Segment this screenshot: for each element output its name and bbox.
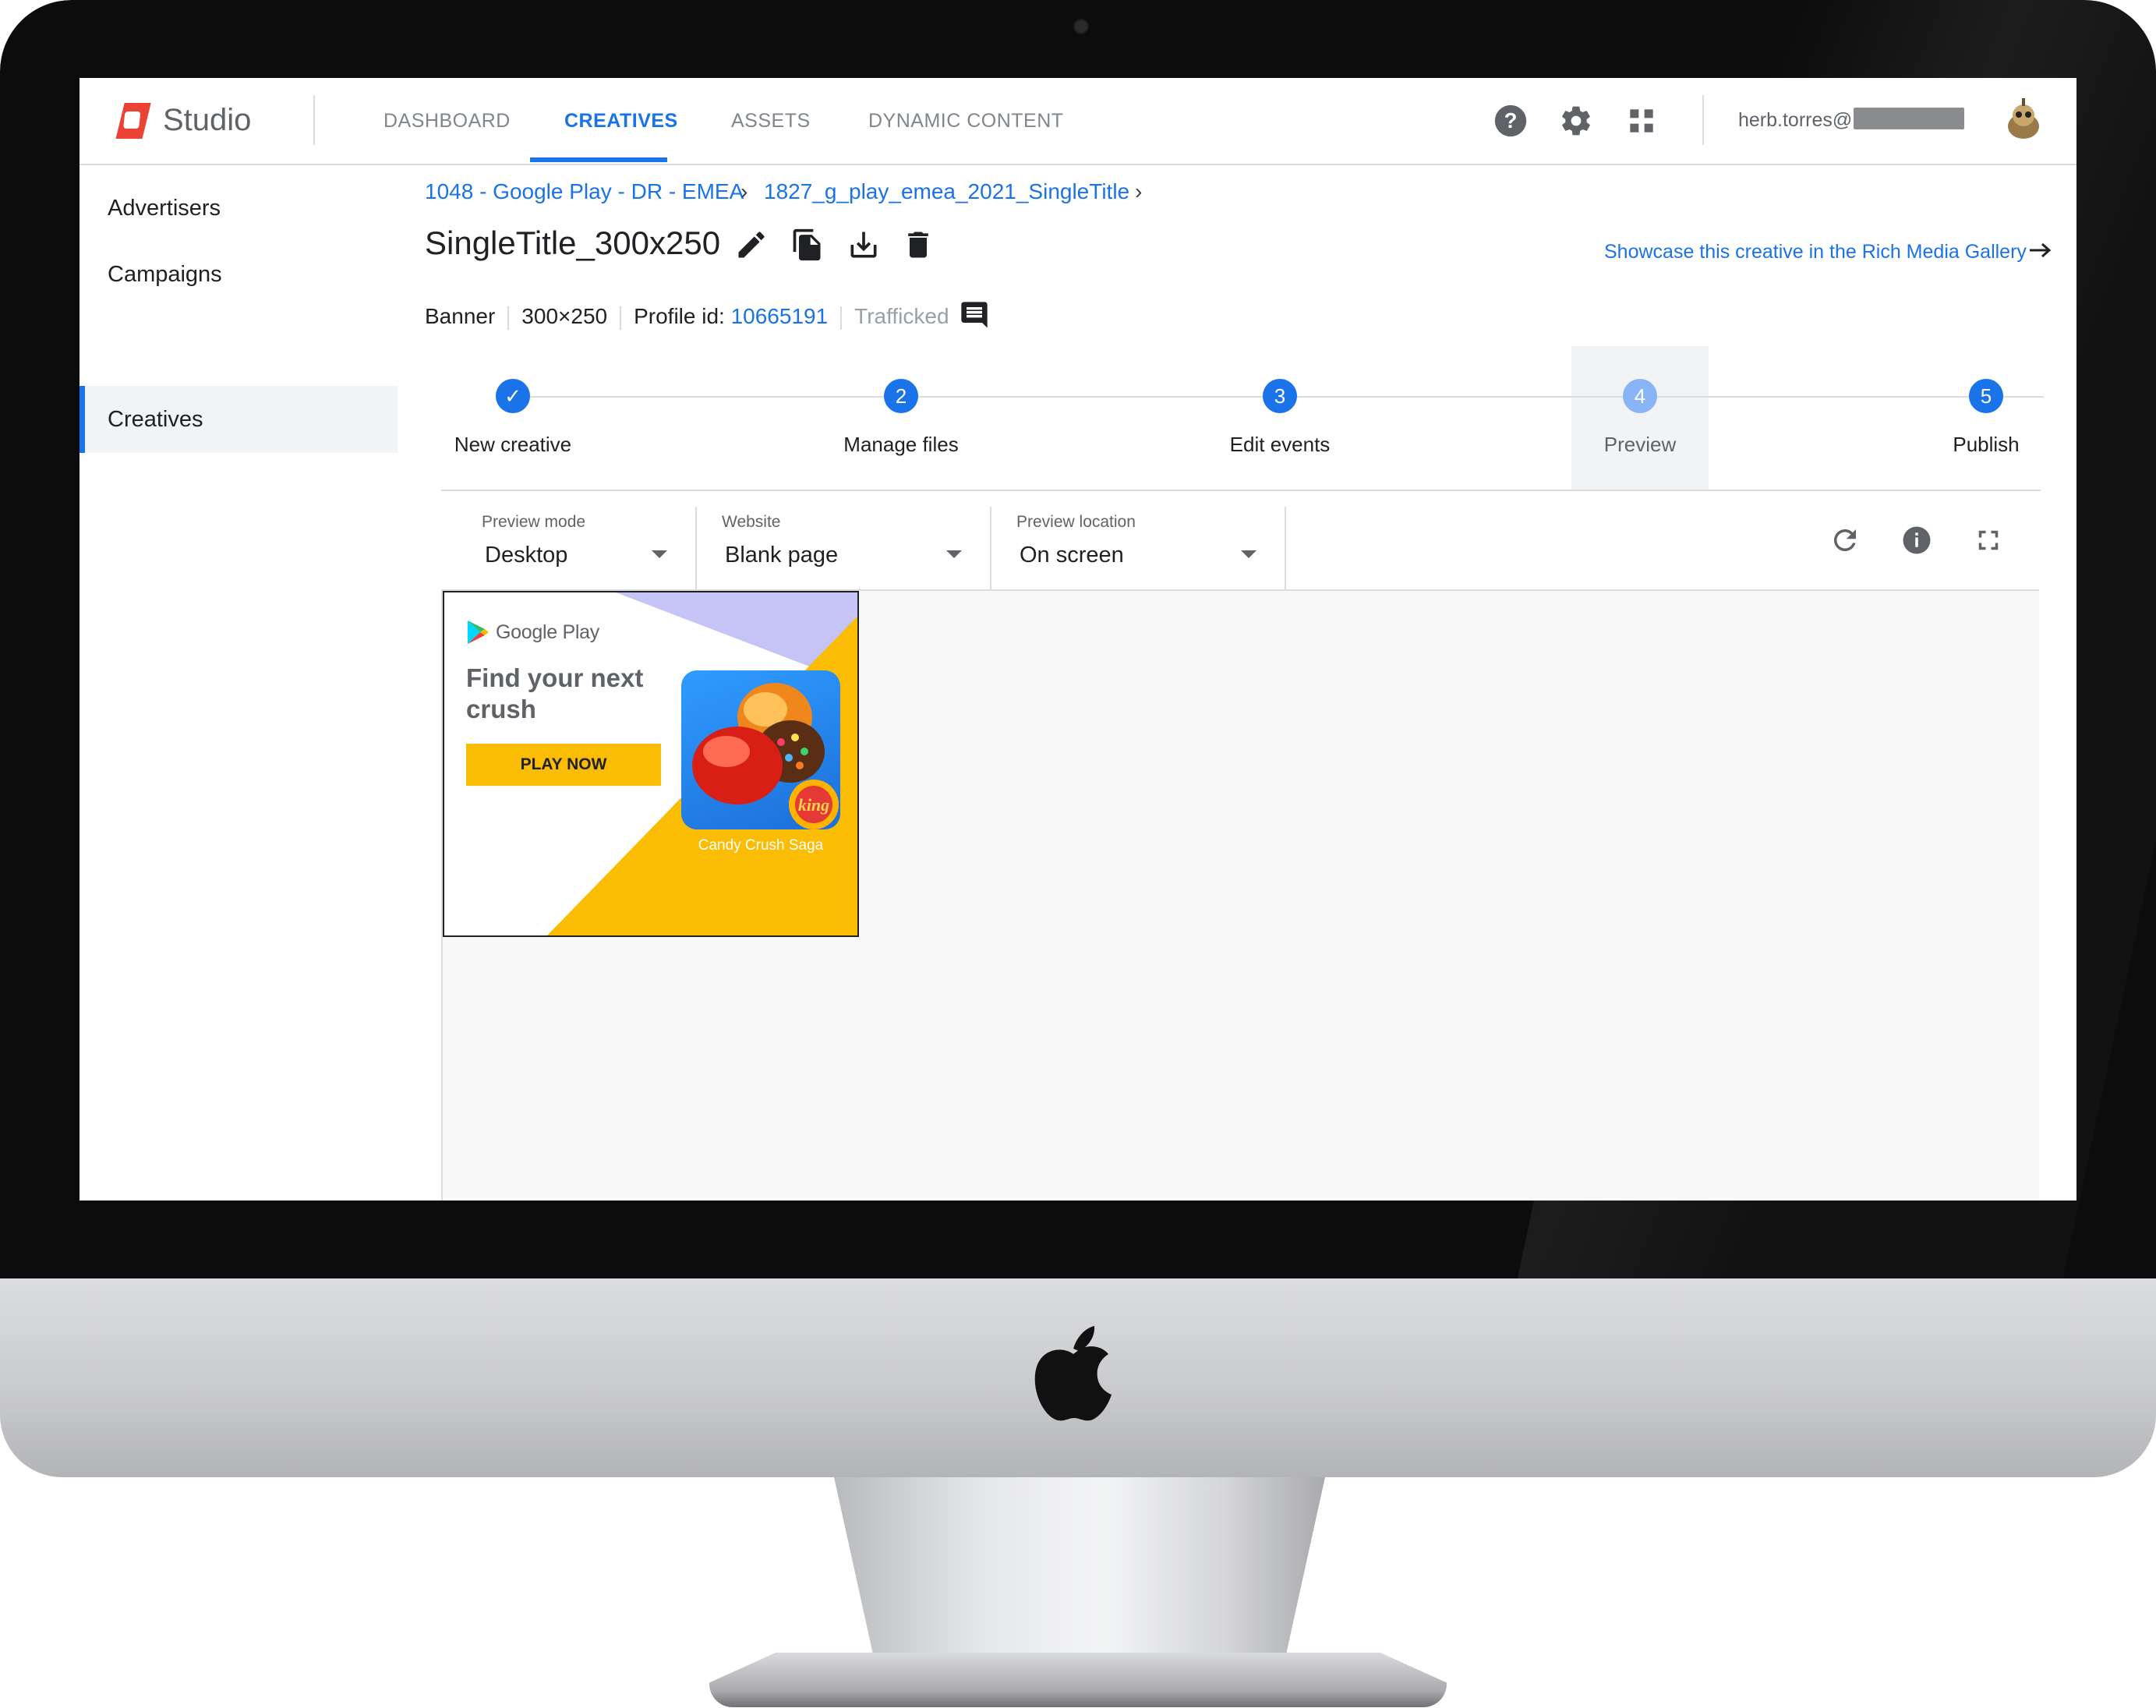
creative-size: 300×250 xyxy=(521,304,608,328)
avatar-image-icon xyxy=(2008,98,2039,139)
edit-icon[interactable] xyxy=(734,228,769,262)
breadcrumb-chevron-icon: › xyxy=(1135,179,1143,203)
breadcrumb-chevron-icon: › xyxy=(740,179,748,203)
divider xyxy=(313,95,315,145)
step-2-circle[interactable]: 2 xyxy=(884,379,918,413)
comment-icon[interactable] xyxy=(959,299,990,331)
sidebar-item-campaigns[interactable]: Campaigns xyxy=(80,241,398,308)
refresh-icon[interactable] xyxy=(1829,524,1861,557)
website-select[interactable]: Blank page xyxy=(725,539,838,571)
preview-toolbar xyxy=(441,491,2039,591)
camera-dot xyxy=(1073,19,1089,34)
divider xyxy=(840,306,843,330)
breadcrumb-campaign-link[interactable]: 1827_g_play_emea_2021_SingleTitle xyxy=(764,176,1129,207)
play-now-button[interactable]: PLAY NOW xyxy=(466,744,661,786)
tab-assets[interactable]: ASSETS xyxy=(731,78,811,164)
apps-grid-icon[interactable] xyxy=(1624,104,1659,138)
avatar[interactable] xyxy=(1999,94,2048,143)
step-1-label[interactable]: New creative xyxy=(412,430,614,458)
fullscreen-icon[interactable] xyxy=(1972,524,2005,557)
candy-icon: king xyxy=(692,683,839,829)
profile-id-link[interactable]: 10665191 xyxy=(731,304,829,328)
preview-mode-label: Preview mode xyxy=(482,513,586,531)
info-icon[interactable] xyxy=(1900,524,1933,557)
sidebar-item-creatives[interactable]: Creatives xyxy=(80,386,398,453)
chevron-down-icon[interactable] xyxy=(946,550,962,558)
status-trafficked: Trafficked xyxy=(854,304,949,328)
arrow-right-icon[interactable] xyxy=(2028,240,2053,260)
svg-text:king: king xyxy=(798,795,829,815)
step-3-circle[interactable]: 3 xyxy=(1263,379,1297,413)
studio-logo-icon xyxy=(115,103,151,139)
monitor-stand-base xyxy=(709,1653,1447,1707)
divider xyxy=(1285,507,1286,592)
step-2-label[interactable]: Manage files xyxy=(800,430,1002,458)
current-step-highlight xyxy=(1571,346,1709,490)
google-play-logo-icon xyxy=(468,621,489,644)
step-1-circle[interactable]: ✓ xyxy=(496,379,530,413)
google-play-brand: Google Play xyxy=(496,621,599,643)
divider xyxy=(1702,95,1704,145)
tab-creatives[interactable]: CREATIVES xyxy=(564,78,678,164)
step-3-label[interactable]: Edit events xyxy=(1179,430,1381,458)
copy-icon[interactable] xyxy=(790,228,825,262)
breadcrumb-advertiser-link[interactable]: 1048 - Google Play - DR - EMEA xyxy=(425,176,744,207)
creative-title: SingleTitle_300x250 xyxy=(425,225,721,261)
help-icon[interactable]: ? xyxy=(1493,104,1528,138)
website-label: Website xyxy=(722,513,781,531)
apple-logo-icon xyxy=(1034,1326,1112,1421)
divider xyxy=(620,306,622,330)
delete-icon[interactable] xyxy=(901,228,935,262)
step-5-label[interactable]: Publish xyxy=(1885,430,2076,458)
preview-mode-select[interactable]: Desktop xyxy=(485,539,567,571)
banner-headline: Find your next crush xyxy=(466,663,644,723)
divider xyxy=(507,306,510,330)
divider xyxy=(695,507,697,592)
tab-dashboard[interactable]: DASHBOARD xyxy=(383,78,511,164)
settings-icon[interactable] xyxy=(1559,104,1593,138)
user-email: herb.torres@ xyxy=(1738,109,1853,131)
sidebar: Advertisers Campaigns Creatives xyxy=(80,165,398,1201)
redacted-email-mask xyxy=(1854,108,1964,129)
tab-dynamic-content[interactable]: DYNAMIC CONTENT xyxy=(868,78,1064,164)
screen: Studio DASHBOARD CREATIVES ASSETS DYNAMI… xyxy=(80,78,2076,1201)
active-tab-indicator xyxy=(530,157,667,162)
svg-text:?: ? xyxy=(1504,108,1518,133)
creative-meta-row: Banner 300×250 Profile id: 10665191 Traffic… xyxy=(425,301,949,332)
banner-ad-preview[interactable]: Google Play Find your next crush PLAY NO… xyxy=(443,591,859,937)
download-icon[interactable] xyxy=(846,228,881,262)
top-app-bar: Studio DASHBOARD CREATIVES ASSETS DYNAMI… xyxy=(80,78,2076,165)
preview-location-label: Preview location xyxy=(1016,513,1136,531)
chevron-down-icon[interactable] xyxy=(1241,550,1256,558)
divider xyxy=(990,507,991,592)
app-name: Studio xyxy=(163,103,252,137)
step-5-circle[interactable]: 5 xyxy=(1969,379,2003,413)
chevron-down-icon[interactable] xyxy=(652,550,667,558)
monitor-stand xyxy=(834,1477,1325,1656)
preview-location-select[interactable]: On screen xyxy=(1020,539,1124,571)
showcase-gallery-link[interactable]: Showcase this creative in the Rich Media… xyxy=(1604,238,2027,266)
game-name: Candy Crush Saga xyxy=(698,837,824,854)
step-4-label[interactable]: Preview xyxy=(1539,430,1741,458)
step-4-circle[interactable]: 4 xyxy=(1623,379,1657,413)
creative-format: Banner xyxy=(425,304,496,328)
candy-crush-app-icon: king xyxy=(681,670,840,829)
sidebar-item-advertisers[interactable]: Advertisers xyxy=(80,175,398,242)
profile-id-label: Profile id: xyxy=(634,304,725,328)
